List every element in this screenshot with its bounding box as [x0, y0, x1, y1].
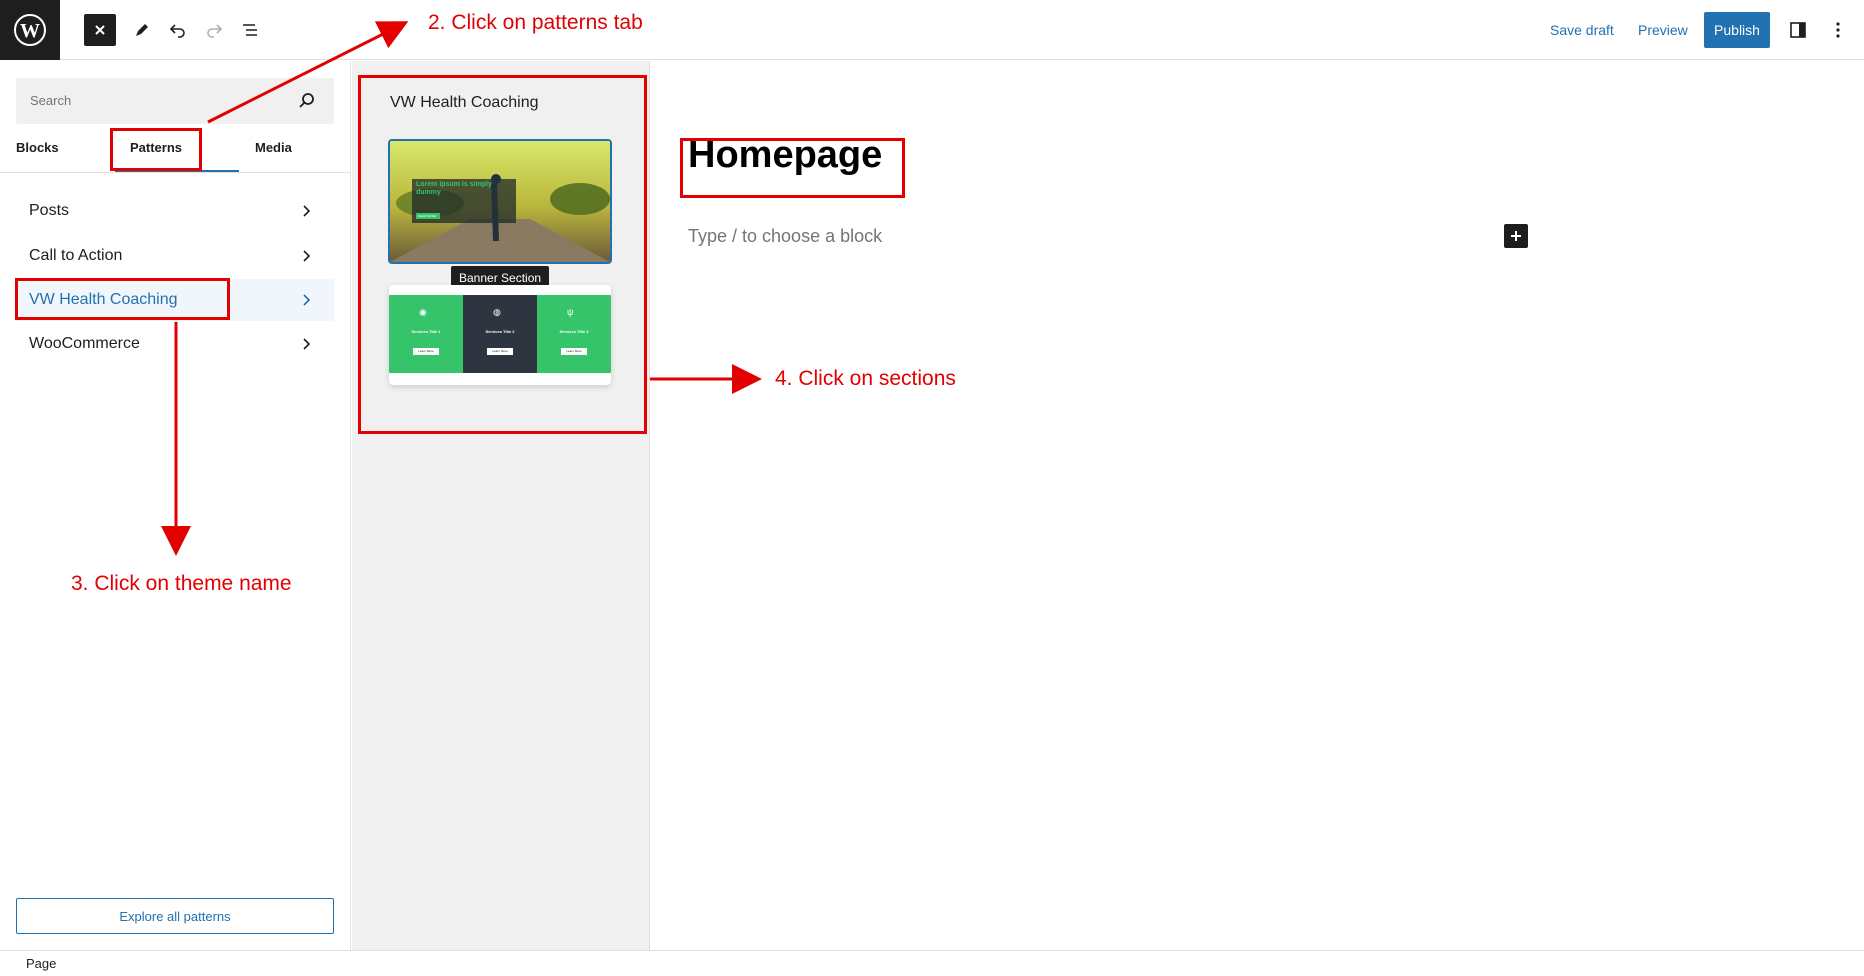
preview-button[interactable]: Preview — [1638, 18, 1688, 42]
tabs-divider — [0, 172, 351, 173]
editor-footer — [0, 950, 1864, 976]
explore-all-patterns-button[interactable]: Explore all patterns — [16, 898, 334, 934]
breadcrumb[interactable]: Page — [26, 956, 56, 971]
save-draft-button[interactable]: Save draft — [1550, 18, 1614, 42]
list-view-icon — [243, 24, 257, 36]
category-call-to-action[interactable]: Call to Action — [16, 235, 334, 277]
undo-icon — [169, 24, 185, 38]
document-overview-button[interactable] — [234, 14, 266, 46]
pen-icon — [136, 24, 148, 36]
chevron-right-icon — [303, 338, 311, 350]
options-button[interactable] — [1822, 14, 1854, 46]
sidebar-icon — [1790, 22, 1806, 38]
annotation-box-patterns-tab — [110, 128, 202, 171]
category-label: Posts — [29, 202, 70, 219]
redo-icon — [207, 24, 223, 38]
annotation-step3: 3. Click on theme name — [71, 572, 292, 595]
publish-button[interactable]: Publish — [1704, 12, 1770, 48]
annotation-box-sections — [358, 75, 647, 434]
tab-media[interactable]: Media — [255, 134, 292, 172]
wordpress-logo-icon[interactable]: W — [0, 0, 60, 60]
plus-icon — [1511, 231, 1521, 241]
close-icon — [95, 25, 105, 35]
category-woocommerce[interactable]: WooCommerce — [16, 323, 334, 365]
annotation-box-theme-name — [15, 278, 230, 320]
redo-button[interactable] — [198, 14, 230, 46]
tab-blocks[interactable]: Blocks — [16, 134, 59, 172]
more-vertical-icon — [1836, 22, 1840, 38]
block-appender-placeholder[interactable]: Type / to choose a block — [688, 226, 882, 247]
category-label: WooCommerce — [29, 335, 140, 352]
chevron-right-icon — [303, 250, 311, 262]
svg-text:W: W — [20, 20, 40, 42]
category-posts[interactable]: Posts — [16, 190, 334, 232]
search-field[interactable]: Search — [16, 78, 334, 124]
undo-button[interactable] — [162, 14, 194, 46]
tools-button[interactable] — [126, 14, 158, 46]
annotation-step2: 2. Click on patterns tab — [428, 11, 643, 34]
close-inserter-button[interactable] — [84, 14, 116, 46]
category-label: Call to Action — [29, 247, 123, 264]
add-block-button[interactable] — [1504, 224, 1528, 248]
settings-sidebar-button[interactable] — [1782, 14, 1814, 46]
search-input[interactable]: Search — [30, 78, 71, 124]
chevron-right-icon — [303, 294, 311, 306]
search-icon — [299, 93, 314, 108]
annotation-box-title — [680, 138, 905, 198]
annotation-step4: 4. Click on sections — [775, 367, 956, 390]
chevron-right-icon — [303, 205, 311, 217]
